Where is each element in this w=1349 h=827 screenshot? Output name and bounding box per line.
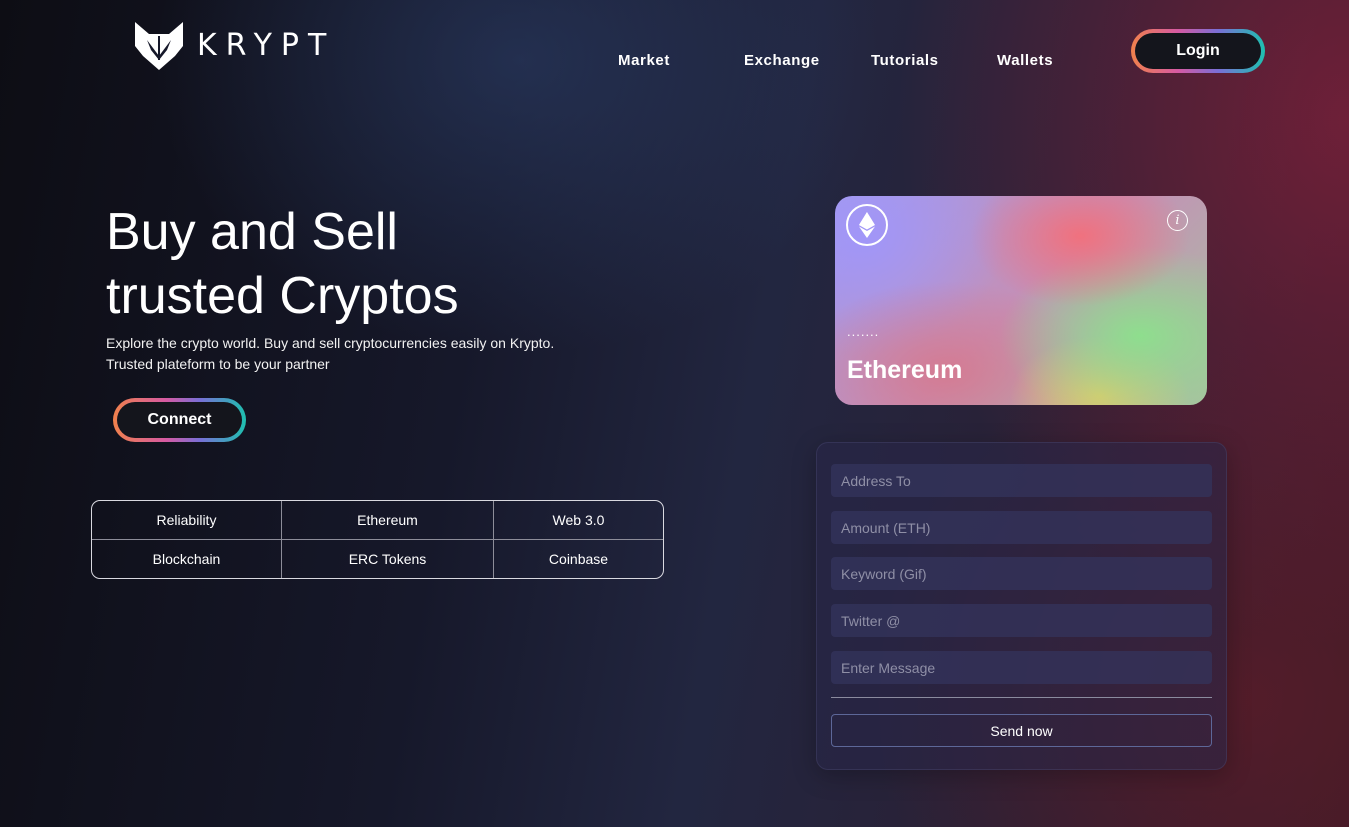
connect-button-label: Connect <box>117 402 242 438</box>
address-to-input[interactable] <box>831 464 1212 497</box>
nav-exchange[interactable]: Exchange <box>744 52 820 69</box>
brand-logo[interactable]: KRYPT <box>131 20 335 72</box>
info-icon[interactable]: i <box>1167 210 1188 231</box>
hero-title: Buy and Sell trusted Cryptos <box>106 200 606 328</box>
wallet-address: ....... <box>847 324 880 339</box>
network-name: Ethereum <box>847 356 963 384</box>
transfer-form: Send now <box>816 442 1227 770</box>
feature-coinbase: Coinbase <box>548 550 609 567</box>
hero-description-line-1: Explore the crypto world. Buy and sell c… <box>106 335 555 351</box>
feature-ethereum: Ethereum <box>282 501 494 540</box>
form-divider <box>831 697 1212 698</box>
hero-title-line-1: Buy and Sell <box>106 203 398 261</box>
nav-wallets[interactable]: Wallets <box>997 52 1053 69</box>
brand-name: KRYPT <box>197 28 336 63</box>
message-input[interactable] <box>831 651 1212 684</box>
hero-title-line-2: trusted Cryptos <box>106 267 459 325</box>
ethereum-icon <box>846 204 888 246</box>
features-grid: Reliability Ethereum Web 3.0 Blockchain … <box>91 500 664 579</box>
connect-wallet-button[interactable]: Connect <box>113 398 246 442</box>
feature-web3: Web 3.0 <box>494 501 663 540</box>
nav-tutorials[interactable]: Tutorials <box>871 52 939 69</box>
hero-description-line-2: Trusted plateform to be your partner <box>106 356 330 372</box>
amount-input[interactable] <box>831 511 1212 544</box>
ethereum-card: i ....... Ethereum <box>835 196 1207 405</box>
feature-erc-tokens: ERC Tokens <box>282 539 494 578</box>
twitter-input[interactable] <box>831 604 1212 637</box>
nav-market[interactable]: Market <box>618 52 670 69</box>
feature-blockchain: Blockchain <box>92 539 282 578</box>
login-button-label: Login <box>1135 33 1261 69</box>
send-now-button[interactable]: Send now <box>831 714 1212 747</box>
fox-logo-icon <box>135 22 183 70</box>
login-button[interactable]: Login <box>1131 29 1265 73</box>
hero-description: Explore the crypto world. Buy and sell c… <box>106 333 626 375</box>
keyword-input[interactable] <box>831 557 1212 590</box>
feature-reliability: Reliability <box>92 501 282 540</box>
